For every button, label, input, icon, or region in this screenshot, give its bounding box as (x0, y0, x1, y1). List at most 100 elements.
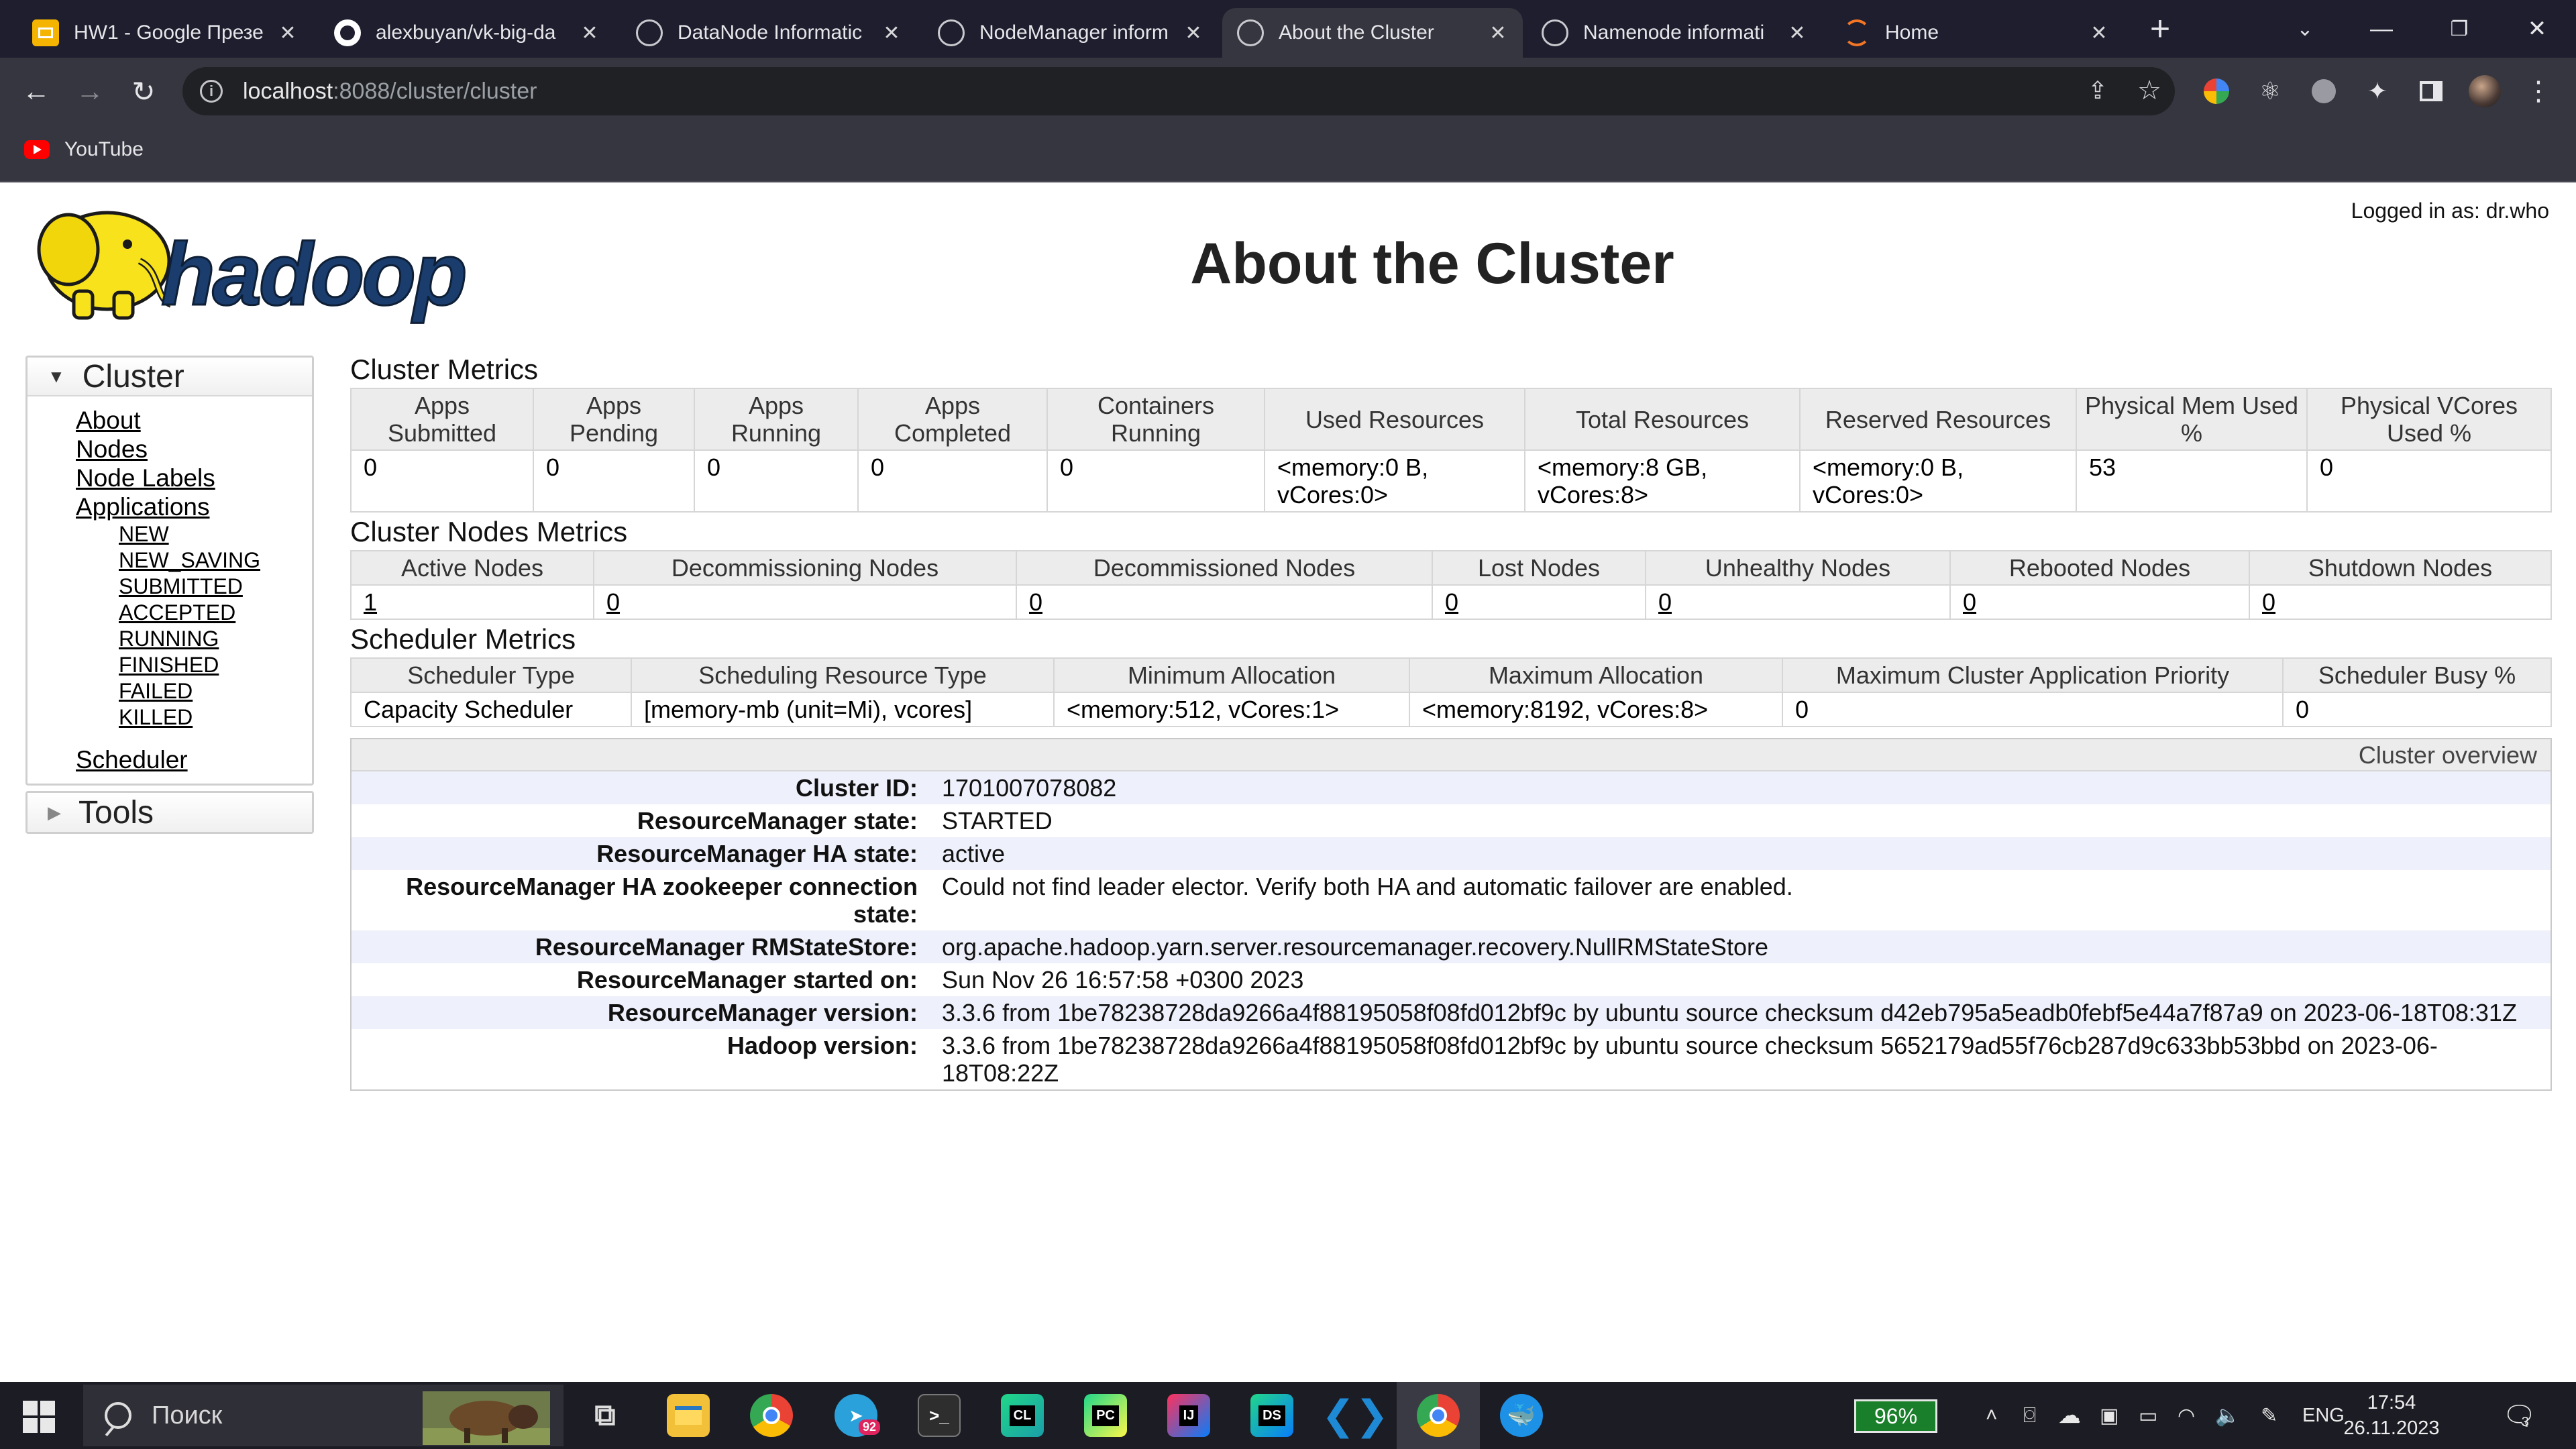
close-tab-icon[interactable]: ✕ (1488, 21, 1508, 45)
tab-title: DataNode Informatic (678, 21, 863, 44)
nav-link-app-failed[interactable]: FAILED (119, 678, 312, 704)
restore-window-icon[interactable]: ❐ (2424, 0, 2494, 58)
nav-link-scheduler[interactable]: Scheduler (76, 745, 312, 774)
nav-link-about[interactable]: About (76, 406, 312, 435)
close-tab-icon[interactable]: ✕ (278, 21, 298, 45)
chrome-active-taskbar-icon[interactable] (1417, 1394, 1460, 1437)
back-arrow-icon[interactable]: ← (16, 71, 56, 111)
tab-nodemanager[interactable]: NodeManager inform ✕ (923, 8, 1218, 58)
share-icon[interactable]: ⇪ (2088, 76, 2108, 105)
active-nodes-link[interactable]: 1 (364, 588, 377, 616)
rebooted-nodes-link[interactable]: 0 (1963, 588, 1976, 616)
rebooted-nodes-cell: 0 (1949, 584, 2250, 620)
close-tab-icon[interactable]: ✕ (1183, 21, 1203, 45)
decommissioned-nodes-link[interactable]: 0 (1029, 588, 1042, 616)
globe-icon (938, 19, 965, 46)
tab-search-chevron-icon[interactable]: ⌄ (2270, 0, 2340, 58)
nav-link-app-new[interactable]: NEW (119, 521, 312, 547)
address-bar[interactable]: i localhost:8088/cluster/cluster ⇪ ☆ (182, 67, 2175, 115)
input-language[interactable]: ENG (2302, 1382, 2345, 1449)
clion-icon[interactable]: CL (1001, 1394, 1044, 1437)
battery-indicator[interactable]: 96% (1854, 1399, 1937, 1433)
browser-tab-bar: HW1 - Google Презе ✕ alexbuyan/vk-big-da… (0, 0, 2576, 58)
page-title: About the Cluster (1190, 231, 1674, 296)
close-tab-icon[interactable]: ✕ (1787, 21, 1807, 45)
profile-avatar[interactable] (2466, 72, 2504, 110)
extensions-puzzle-icon[interactable]: ✦ (2359, 72, 2396, 110)
tab-about-cluster[interactable]: About the Cluster ✕ (1222, 8, 1523, 58)
google-extension-icon[interactable] (2198, 72, 2235, 110)
bookmark-youtube[interactable]: YouTube (24, 138, 144, 161)
taskbar-search-box[interactable]: Поиск (83, 1385, 564, 1446)
tab-title: Namenode informati (1583, 21, 1765, 44)
nav-link-app-killed[interactable]: KILLED (119, 704, 312, 731)
close-tab-icon[interactable]: ✕ (580, 21, 600, 45)
nav-link-app-running[interactable]: RUNNING (119, 626, 312, 652)
chrome-menu-icon[interactable]: ⋮ (2520, 72, 2557, 110)
nav-link-app-submitted[interactable]: SUBMITTED (119, 574, 312, 600)
browser-toolbar: ← → ↻ i localhost:8088/cluster/cluster ⇪… (0, 58, 2576, 125)
pen-icon[interactable]: ✎ (2261, 1382, 2277, 1449)
nav-link-app-accepted[interactable]: ACCEPTED (119, 600, 312, 626)
close-tab-icon[interactable]: ✕ (881, 21, 902, 45)
battery-tray-icon[interactable]: ▭ (2139, 1382, 2157, 1449)
tab-title: HW1 - Google Презе (74, 21, 264, 44)
telegram-icon[interactable]: ➤ 92 (835, 1394, 881, 1437)
volume-icon[interactable]: 🔈 (2215, 1382, 2240, 1449)
total-resources-value: <memory:8 GB, vCores:8> (1524, 449, 1801, 513)
file-explorer-icon[interactable] (667, 1394, 710, 1437)
close-window-icon[interactable]: ✕ (2502, 0, 2572, 58)
close-tab-icon[interactable]: ✕ (2089, 21, 2109, 45)
nav-link-nodes[interactable]: Nodes (76, 435, 312, 464)
cluster-overview-title: Cluster overview (352, 739, 2551, 771)
maximum-allocation-value: <memory:8192, vCores:8> (1409, 692, 1783, 727)
onedrive-cloud-icon[interactable]: ☁ (2058, 1382, 2081, 1449)
tab-namenode[interactable]: Namenode informati ✕ (1527, 8, 1822, 58)
bookmark-label: YouTube (64, 138, 144, 160)
cluster-section-header[interactable]: ▼ Cluster (28, 358, 312, 396)
docker-icon[interactable]: 🐳 (1500, 1394, 1543, 1437)
display-icon[interactable]: ▣ (2100, 1382, 2118, 1449)
tab-jupyter-home[interactable]: Home ✕ (1829, 8, 2124, 58)
site-info-icon[interactable]: i (200, 80, 223, 103)
dataspell-icon[interactable]: DS (1250, 1394, 1293, 1437)
unhealthy-nodes-link[interactable]: 0 (1658, 588, 1672, 616)
windows-start-icon[interactable] (23, 1401, 55, 1433)
nav-link-node-labels[interactable]: Node Labels (76, 464, 312, 492)
tab-github[interactable]: alexbuyan/vk-big-da ✕ (319, 8, 614, 58)
task-view-icon[interactable]: ⧉ (584, 1394, 627, 1437)
side-panel-icon[interactable] (2412, 72, 2450, 110)
cluster-nav-section: ▼ Cluster About Nodes Node Labels Applic… (25, 356, 314, 786)
system-clock[interactable]: 17:54 26.11.2023 (2341, 1390, 2442, 1441)
cluster-section-label: Cluster (82, 358, 184, 394)
show-hidden-icons[interactable]: ˄ (1986, 1382, 1998, 1449)
nav-link-applications[interactable]: Applications (76, 492, 312, 521)
forward-arrow-icon[interactable]: → (70, 71, 110, 111)
camera-icon[interactable]: ⌼ (2023, 1382, 2036, 1449)
reload-icon[interactable]: ↻ (123, 71, 164, 111)
vscode-icon[interactable]: ❮❯ (1322, 1393, 1389, 1438)
intellij-icon[interactable]: IJ (1167, 1394, 1210, 1437)
column-header: Active Nodes (350, 550, 594, 586)
tools-section-header[interactable]: ▶ Tools (28, 793, 312, 832)
vpn-globe-icon[interactable] (2305, 72, 2343, 110)
nav-link-app-finished[interactable]: FINISHED (119, 652, 312, 678)
bookmark-star-icon[interactable]: ☆ (2137, 75, 2161, 106)
decommissioning-nodes-link[interactable]: 0 (606, 588, 620, 616)
overview-row: ResourceManager version: 3.3.6 from 1be7… (352, 996, 2551, 1029)
terminal-icon[interactable]: >_ (918, 1394, 961, 1437)
chrome-taskbar-icon[interactable] (750, 1394, 793, 1437)
minimize-window-icon[interactable]: — (2347, 0, 2416, 58)
lost-nodes-link[interactable]: 0 (1445, 588, 1458, 616)
notifications-icon[interactable]: 🗨 3 (2502, 1382, 2536, 1449)
pycharm-icon[interactable]: PC (1084, 1394, 1127, 1437)
overview-key: Cluster ID: (795, 774, 918, 802)
react-devtools-icon[interactable]: ⚛ (2251, 72, 2289, 110)
new-tab-icon[interactable]: + (2127, 0, 2194, 58)
wifi-icon[interactable]: ◠ (2178, 1382, 2195, 1449)
application-states-list: NEW NEW_SAVING SUBMITTED ACCEPTED RUNNIN… (76, 521, 312, 731)
tab-google-slides[interactable]: HW1 - Google Презе ✕ (17, 8, 313, 58)
tab-datanode[interactable]: DataNode Informatic ✕ (621, 8, 916, 58)
nav-link-app-new-saving[interactable]: NEW_SAVING (119, 547, 312, 574)
shutdown-nodes-link[interactable]: 0 (2262, 588, 2275, 616)
